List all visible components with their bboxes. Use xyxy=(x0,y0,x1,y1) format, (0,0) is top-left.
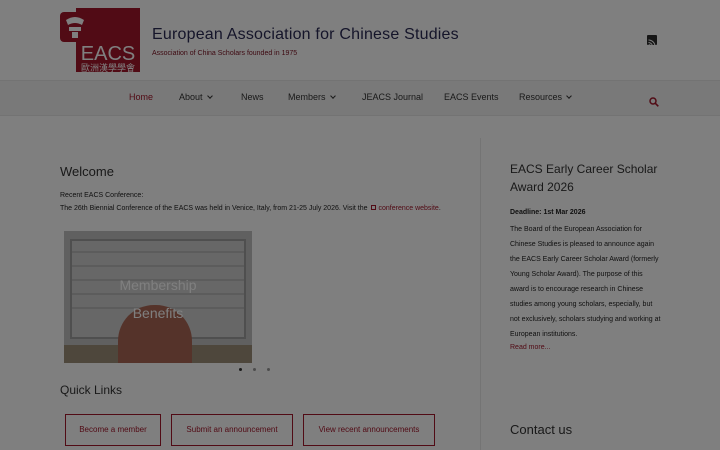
modal-dim-overlay[interactable] xyxy=(0,0,720,450)
page: EACS 歐洲漢學學會 European Association for Chi… xyxy=(0,0,720,450)
